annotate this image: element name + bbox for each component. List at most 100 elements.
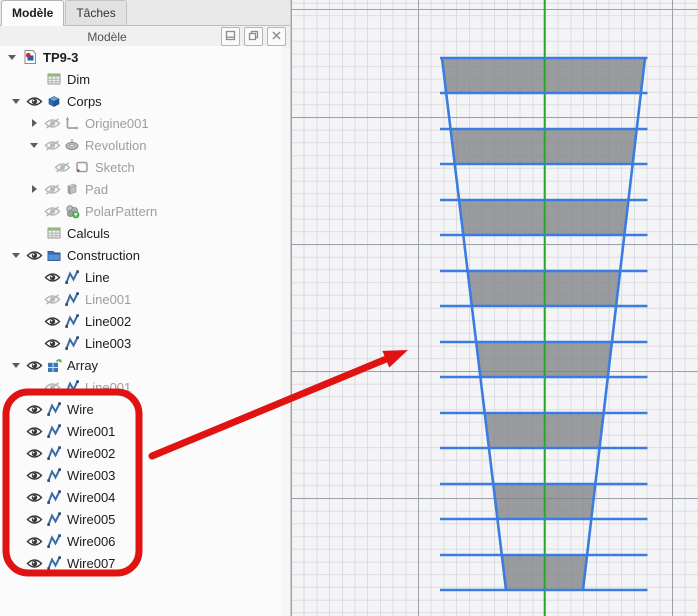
tree-item-label: Dim xyxy=(67,72,90,87)
eye-hidden-icon[interactable] xyxy=(42,118,62,129)
wire-band[interactable] xyxy=(451,129,637,164)
tree-item-construction[interactable]: Construction xyxy=(0,244,282,266)
tree-item-dim[interactable]: Dim xyxy=(0,68,282,90)
3d-viewport[interactable] xyxy=(290,0,698,616)
eye-visible-icon[interactable] xyxy=(24,558,44,569)
dock-window-icon xyxy=(225,28,236,46)
line-icon xyxy=(44,555,64,571)
tree-item-pad[interactable]: Pad xyxy=(0,178,282,200)
tree-item-wire001[interactable]: Wire001 xyxy=(0,420,282,442)
panel-tab-bar: Modèle Tâches xyxy=(0,0,290,26)
expander-down-icon[interactable] xyxy=(8,99,24,104)
tree-item-calculs[interactable]: Calculs xyxy=(0,222,282,244)
expander-right-icon[interactable] xyxy=(26,185,42,193)
line-icon xyxy=(44,511,64,527)
tree-item-sketch[interactable]: Sketch xyxy=(0,156,282,178)
tree-item-wire002[interactable]: Wire002 xyxy=(0,442,282,464)
tree-item-revolution[interactable]: Revolution xyxy=(0,134,282,156)
eye-visible-icon[interactable] xyxy=(24,492,44,503)
tab-taches[interactable]: Tâches xyxy=(65,0,126,25)
eye-visible-icon[interactable] xyxy=(42,316,62,327)
tree-item-line003[interactable]: Line003 xyxy=(0,332,282,354)
tree-item-corps[interactable]: Corps xyxy=(0,90,282,112)
eye-visible-icon[interactable] xyxy=(24,514,44,525)
polarpattern-icon xyxy=(62,203,82,219)
tree-item-wire006[interactable]: Wire006 xyxy=(0,530,282,552)
eye-visible-icon[interactable] xyxy=(42,272,62,283)
tree-item-label: Corps xyxy=(67,94,102,109)
eye-hidden-icon[interactable] xyxy=(42,206,62,217)
dock-button[interactable] xyxy=(221,27,240,46)
tree-item-label: Wire001 xyxy=(67,424,115,439)
eye-hidden-icon[interactable] xyxy=(42,140,62,151)
model-tree: TP9-3 Dim Corps Origine001 Revolution Sk… xyxy=(0,46,282,616)
tree-item-line001[interactable]: Line001 xyxy=(0,376,282,398)
eye-visible-icon[interactable] xyxy=(24,404,44,415)
expander-down-icon[interactable] xyxy=(8,363,24,368)
tree-item-label: Line002 xyxy=(85,314,131,329)
tree-item-label: Sketch xyxy=(95,160,135,175)
tree-item-label: Line xyxy=(85,270,110,285)
wire-band[interactable] xyxy=(442,58,645,93)
freecad-window: Modèle Tâches Modèle TP9-3 Dim Corps xyxy=(0,0,698,616)
eye-visible-icon[interactable] xyxy=(24,250,44,261)
tree-item-wire004[interactable]: Wire004 xyxy=(0,486,282,508)
expander-right-icon[interactable] xyxy=(26,119,42,127)
tree-item-line002[interactable]: Line002 xyxy=(0,310,282,332)
tree-item-wire[interactable]: Wire xyxy=(0,398,282,420)
eye-visible-icon[interactable] xyxy=(24,536,44,547)
eye-visible-icon[interactable] xyxy=(24,96,44,107)
tree-item-label: Wire005 xyxy=(67,512,115,527)
eye-visible-icon[interactable] xyxy=(24,448,44,459)
expander-down-icon[interactable] xyxy=(26,143,42,148)
tree-item-label: TP9-3 xyxy=(43,50,78,65)
viewport-canvas xyxy=(291,0,698,616)
eye-hidden-icon[interactable] xyxy=(42,184,62,195)
tree-item-label: Wire002 xyxy=(67,446,115,461)
tree-item-label: Wire xyxy=(67,402,94,417)
tree-item-label: Pad xyxy=(85,182,108,197)
tree-item-array[interactable]: Array xyxy=(0,354,282,376)
tree-item-tp9-3[interactable]: TP9-3 xyxy=(0,46,282,68)
expander-down-icon[interactable] xyxy=(4,55,20,60)
tree-item-label: Revolution xyxy=(85,138,146,153)
close-button[interactable] xyxy=(267,27,286,46)
tree-item-line001[interactable]: Line001 xyxy=(0,288,282,310)
line-icon xyxy=(44,423,64,439)
line-icon xyxy=(44,489,64,505)
tree-item-label: Calculs xyxy=(67,226,110,241)
eye-hidden-icon[interactable] xyxy=(42,294,62,305)
line-icon xyxy=(62,379,82,395)
array-icon xyxy=(44,357,64,373)
eye-visible-icon[interactable] xyxy=(24,360,44,371)
tree-item-line[interactable]: Line xyxy=(0,266,282,288)
eye-visible-icon[interactable] xyxy=(24,426,44,437)
eye-visible-icon[interactable] xyxy=(42,338,62,349)
tree-item-polarpattern[interactable]: PolarPattern xyxy=(0,200,282,222)
tree-item-label: Wire004 xyxy=(67,490,115,505)
tree-item-label: Construction xyxy=(67,248,140,263)
float-button[interactable] xyxy=(244,27,263,46)
tree-item-wire007[interactable]: Wire007 xyxy=(0,552,282,574)
line-icon xyxy=(44,533,64,549)
line-icon xyxy=(62,335,82,351)
tab-modele[interactable]: Modèle xyxy=(1,0,64,26)
eye-hidden-icon[interactable] xyxy=(42,382,62,393)
tree-item-wire005[interactable]: Wire005 xyxy=(0,508,282,530)
tree-item-origine001[interactable]: Origine001 xyxy=(0,112,282,134)
tree-item-label: Line001 xyxy=(85,380,131,395)
tree-item-label: Wire007 xyxy=(67,556,115,571)
float-window-icon xyxy=(248,28,259,46)
origin-icon xyxy=(62,115,82,131)
model-tree-panel: Modèle Tâches Modèle TP9-3 Dim Corps xyxy=(0,0,290,616)
line-icon xyxy=(44,467,64,483)
eye-visible-icon[interactable] xyxy=(24,470,44,481)
tree-item-wire003[interactable]: Wire003 xyxy=(0,464,282,486)
tree-item-label: PolarPattern xyxy=(85,204,157,219)
expander-down-icon[interactable] xyxy=(8,253,24,258)
folder-icon xyxy=(44,247,64,263)
spreadsheet-icon xyxy=(44,71,64,87)
tree-item-label: Line003 xyxy=(85,336,131,351)
eye-hidden-icon[interactable] xyxy=(52,162,72,173)
pad-icon xyxy=(62,181,82,197)
